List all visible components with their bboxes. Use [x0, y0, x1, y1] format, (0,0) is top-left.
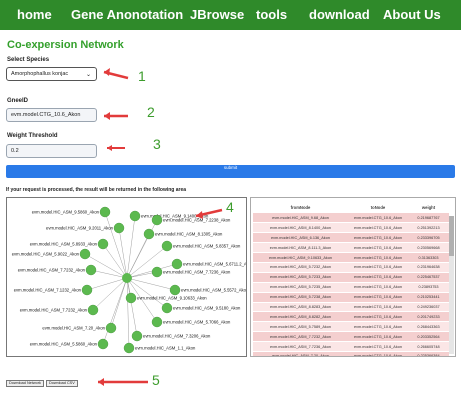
arrow-icon — [98, 378, 148, 386]
annotation-number: 4 — [226, 199, 234, 215]
arrow-icon — [107, 145, 125, 151]
arrow-icon — [195, 208, 223, 219]
arrow-icon — [103, 68, 129, 80]
annotation-number: 5 — [152, 372, 160, 388]
annotation-number: 2 — [147, 104, 155, 120]
annotation-number: 1 — [138, 68, 146, 84]
arrow-icon — [104, 112, 128, 120]
annotation-number: 3 — [153, 136, 161, 152]
page: home Gene Anonotation JBrowse tools down… — [0, 0, 461, 398]
